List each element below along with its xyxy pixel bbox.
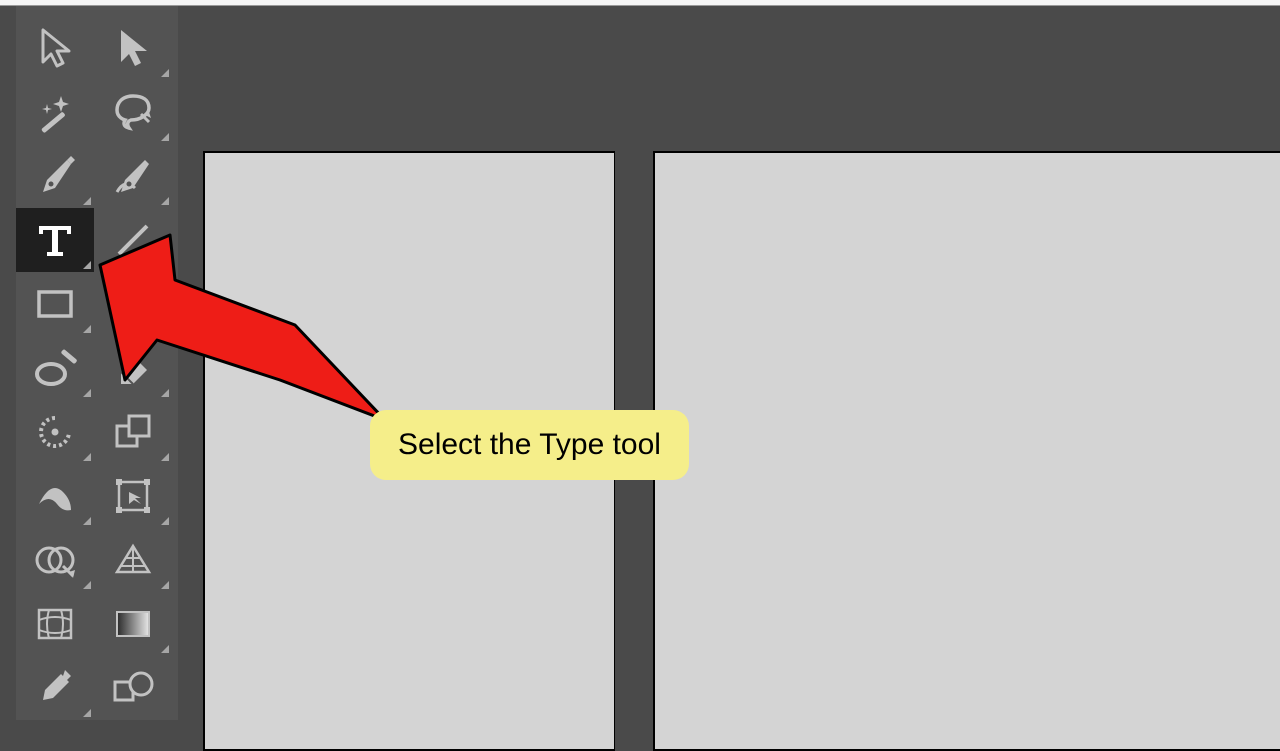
flyout-indicator-icon	[161, 389, 169, 397]
document-page-right[interactable]	[653, 151, 1280, 751]
flyout-indicator-icon	[83, 389, 91, 397]
rectangle-tool[interactable]	[16, 272, 94, 336]
tools-panel	[16, 6, 178, 720]
direct-selection-tool[interactable]	[94, 16, 172, 80]
gradient-tool[interactable]	[94, 592, 172, 656]
flyout-indicator-icon	[83, 261, 91, 269]
rotate-tool[interactable]	[16, 400, 94, 464]
perspective-grid-tool[interactable]	[94, 528, 172, 592]
flyout-indicator-icon	[83, 709, 91, 717]
flyout-indicator-icon	[161, 517, 169, 525]
flyout-indicator-icon	[161, 261, 169, 269]
flyout-indicator-icon	[161, 581, 169, 589]
flyout-indicator-icon	[83, 517, 91, 525]
annotation-tooltip-text: Select the Type tool	[398, 428, 661, 461]
flyout-indicator-icon	[161, 453, 169, 461]
eraser-tool[interactable]	[94, 336, 172, 400]
pen-tool[interactable]	[16, 144, 94, 208]
line-segment-tool[interactable]	[94, 208, 172, 272]
canvas-area[interactable]	[178, 6, 1280, 720]
flyout-indicator-icon	[161, 197, 169, 205]
annotation-tooltip: Select the Type tool	[370, 410, 689, 480]
flyout-indicator-icon	[83, 325, 91, 333]
eyedropper-tool[interactable]	[16, 656, 94, 720]
flyout-indicator-icon	[83, 197, 91, 205]
magic-wand-tool[interactable]	[16, 80, 94, 144]
selection-tool[interactable]	[16, 16, 94, 80]
curvature-tool[interactable]	[94, 144, 172, 208]
flyout-indicator-icon	[161, 645, 169, 653]
mesh-tool[interactable]	[16, 592, 94, 656]
type-tool[interactable]	[16, 208, 94, 272]
shape-builder-tool[interactable]	[16, 528, 94, 592]
free-transform-tool[interactable]	[94, 464, 172, 528]
flyout-indicator-icon	[161, 133, 169, 141]
scale-tool[interactable]	[94, 400, 172, 464]
width-tool[interactable]	[16, 464, 94, 528]
blend-tool[interactable]	[94, 656, 172, 720]
flyout-indicator-icon	[83, 581, 91, 589]
flyout-indicator-icon	[161, 69, 169, 77]
flyout-indicator-icon	[83, 453, 91, 461]
shaper-tool[interactable]	[16, 336, 94, 400]
lasso-tool[interactable]	[94, 80, 172, 144]
